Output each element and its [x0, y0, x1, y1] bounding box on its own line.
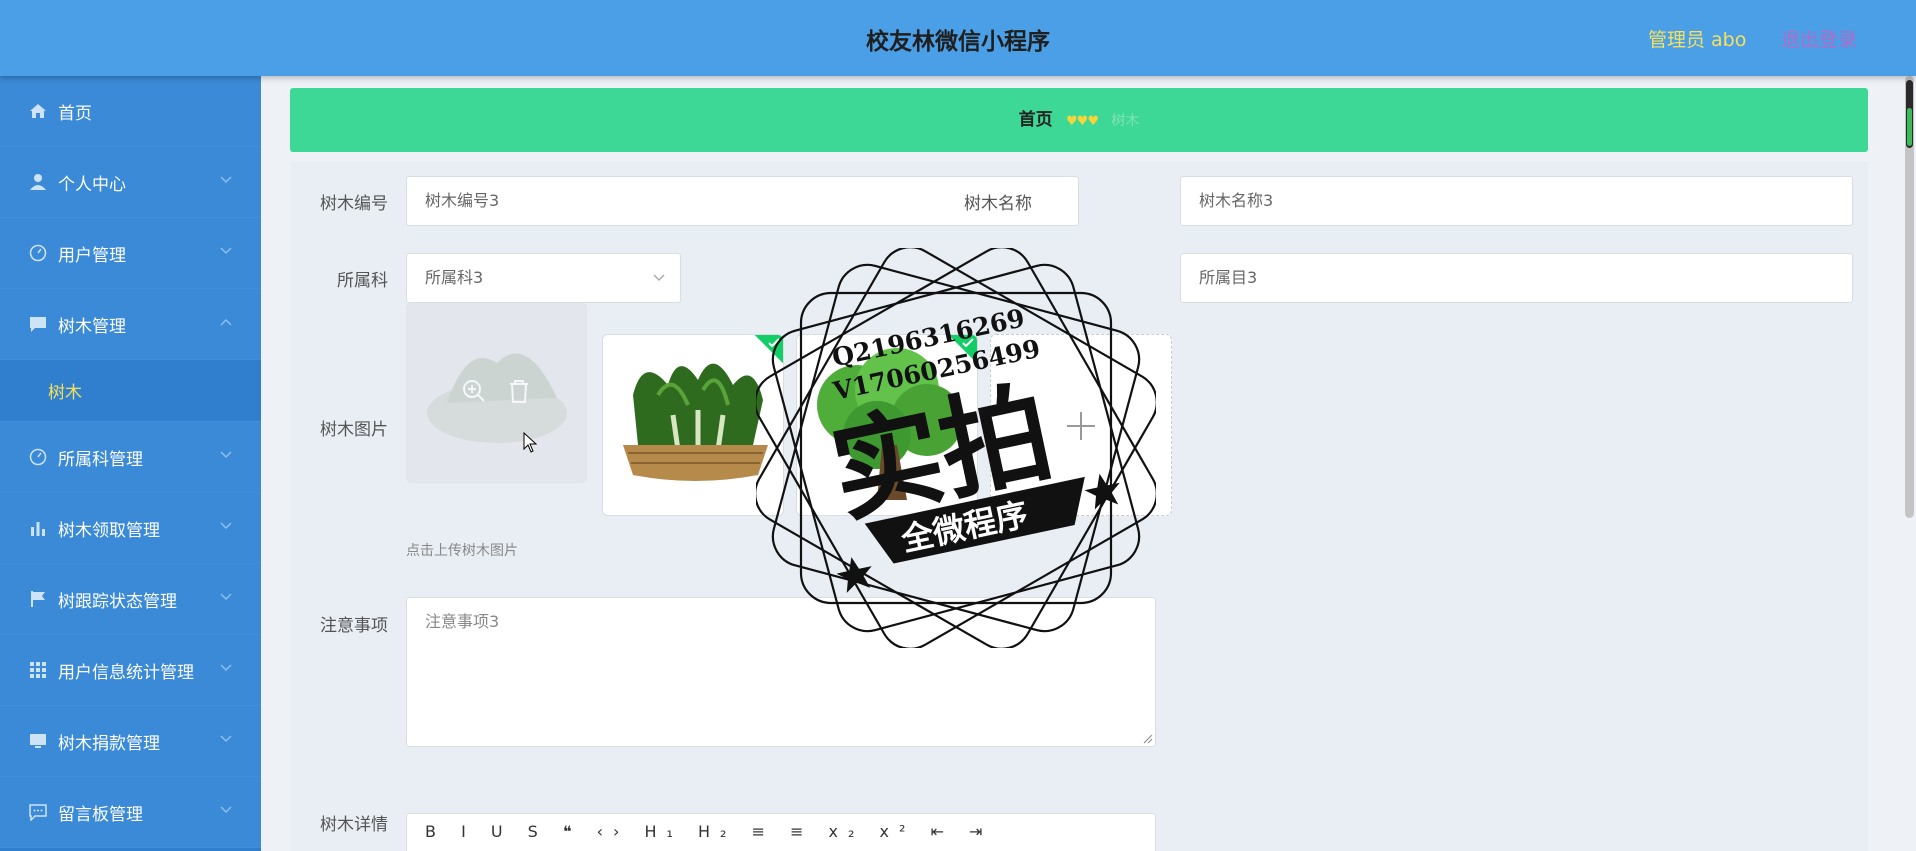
notes-label: 注意事项 — [320, 616, 388, 636]
monitor-icon — [28, 731, 48, 751]
zoom-in-icon[interactable] — [461, 378, 487, 404]
tree-name-label: 树木名称 — [964, 194, 1032, 214]
sidebar-item-profile[interactable]: 个人中心 — [0, 147, 261, 218]
family-select-value: 所属科3 — [425, 268, 484, 287]
breadcrumb-home[interactable]: 首页 — [1019, 110, 1053, 130]
vegetable-image — [427, 353, 567, 443]
chat-icon — [28, 314, 48, 334]
home-icon — [28, 101, 48, 121]
grid-icon — [28, 660, 48, 680]
check-icon — [768, 338, 780, 348]
mouse-cursor-icon — [523, 432, 538, 453]
sidebar-item-user-stats[interactable]: 用户信息统计管理 — [0, 635, 261, 706]
sidebar-item-tree-tracking[interactable]: 树跟踪状态管理 — [0, 564, 261, 635]
sidebar-item-label: 树木领取管理 — [58, 520, 160, 541]
chevron-down-icon — [220, 176, 232, 184]
sidebar-item-label: 个人中心 — [58, 174, 126, 195]
tree-name-input[interactable]: 树木名称3 — [1180, 176, 1853, 226]
logout-link[interactable]: 退出登录 — [1781, 25, 1857, 52]
sidebar-subitem-label: 树木 — [48, 383, 82, 403]
family-label: 所属科 — [337, 271, 388, 291]
sidebar-item-users[interactable]: 用户管理 — [0, 218, 261, 289]
tree-no-label: 树木编号 — [320, 194, 388, 214]
notes-textarea[interactable]: 注意事项3 — [406, 597, 1156, 747]
tree-edit-form: 树木编号 树木编号3 树木名称 树木名称3 所属科 所属科3 所属目 所属目3 … — [290, 162, 1868, 851]
family-select[interactable]: 所属科3 — [406, 253, 681, 303]
app-title: 校友林微信小程序 — [866, 29, 1050, 55]
trash-icon[interactable] — [507, 378, 531, 404]
sidebar-item-label: 首页 — [58, 103, 92, 124]
sidebar: 首页 个人中心 用户管理 树木管理 树木 所属科管理 树木领取管理 树跟踪状态管… — [0, 76, 261, 851]
chevron-down-icon — [220, 806, 232, 814]
sidebar-subitem-tree[interactable]: 树木 — [0, 360, 261, 422]
plus-icon — [1080, 412, 1082, 440]
chevron-down-icon — [220, 735, 232, 743]
chevron-down-icon — [220, 664, 232, 672]
gauge-icon — [28, 243, 48, 263]
chevron-down-icon — [220, 247, 232, 255]
user-icon — [28, 172, 48, 192]
sidebar-item-label: 留言板管理 — [58, 804, 143, 825]
vegetable-basket-image — [603, 335, 783, 515]
image-thumbnail[interactable] — [796, 334, 978, 516]
chevron-down-icon — [220, 522, 232, 530]
check-icon — [962, 338, 974, 348]
sidebar-item-label: 用户信息统计管理 — [58, 662, 194, 683]
sidebar-item-donations[interactable]: 树木捐款管理 — [0, 706, 261, 777]
chevron-down-icon — [220, 593, 232, 601]
sidebar-item-tree-claim[interactable]: 树木领取管理 — [0, 493, 261, 564]
sidebar-item-home[interactable]: 首页 — [0, 76, 261, 147]
rich-text-toolbar[interactable]: B I U S ❝ ‹› H₁ H₂ ≡ ≡ x₂ x² ⇤ ⇥ — [406, 813, 1156, 851]
tree-image — [797, 335, 977, 515]
detail-label: 树木详情 — [320, 815, 388, 835]
image-thumbnail-dragging[interactable] — [406, 302, 587, 483]
main-content: 首页 ♥♥♥ 树木 树木编号 树木编号3 树木名称 树木名称3 所属科 所属科3… — [261, 76, 1916, 851]
gauge-icon — [28, 447, 48, 467]
sidebar-item-trees[interactable]: 树木管理 — [0, 289, 261, 360]
sidebar-item-label: 树木管理 — [58, 316, 126, 337]
bar-chart-icon — [28, 518, 48, 538]
image-thumbnail[interactable] — [602, 334, 784, 516]
message-icon — [28, 802, 48, 822]
sidebar-item-label: 树跟踪状态管理 — [58, 591, 177, 612]
image-label: 树木图片 — [320, 420, 388, 440]
chevron-up-icon — [220, 318, 232, 326]
resize-handle-icon[interactable] — [1143, 734, 1153, 744]
breadcrumb-current: 树木 — [1111, 113, 1140, 129]
flag-icon — [28, 589, 48, 609]
image-upload-hint: 点击上传树木图片 — [406, 543, 518, 559]
sidebar-item-label: 树木捐款管理 — [58, 733, 160, 754]
breadcrumb-separator: ♥♥♥ — [1066, 114, 1099, 129]
scroll-indicator-fill — [1907, 108, 1912, 146]
chevron-down-icon — [653, 274, 665, 282]
sidebar-item-family[interactable]: 所属科管理 — [0, 422, 261, 493]
sidebar-item-label: 所属科管理 — [58, 449, 143, 470]
chevron-down-icon — [220, 451, 232, 459]
order-input[interactable]: 所属目3 — [1180, 253, 1853, 303]
sidebar-item-label: 用户管理 — [58, 245, 126, 266]
sidebar-item-messages[interactable]: 留言板管理 — [0, 777, 261, 848]
image-upload-box[interactable] — [990, 334, 1172, 516]
top-header: 校友林微信小程序 管理员 abo 退出登录 — [0, 0, 1916, 76]
admin-username: 管理员 abo — [1648, 29, 1747, 51]
breadcrumb: 首页 ♥♥♥ 树木 — [290, 88, 1868, 152]
